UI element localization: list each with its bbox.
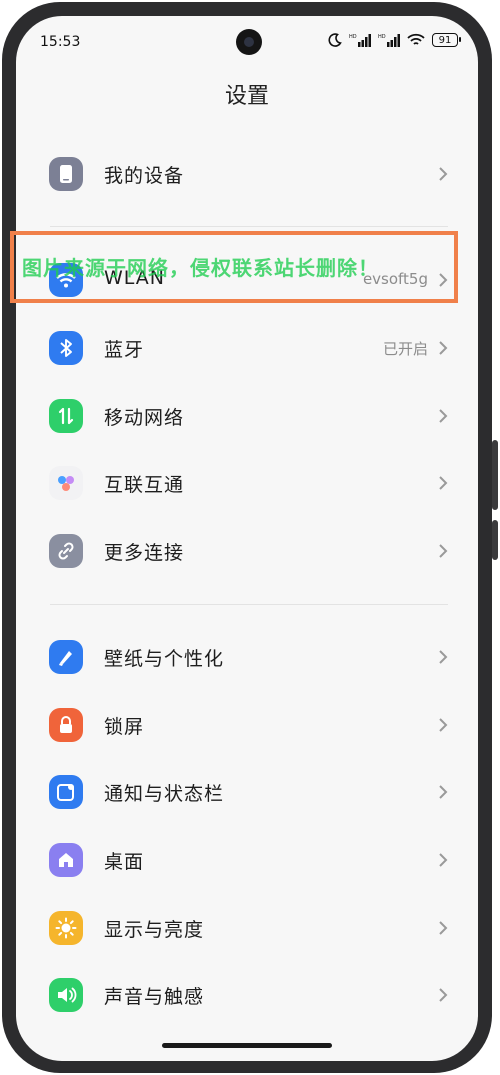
row-label: 壁纸与个性化 xyxy=(104,648,225,670)
lock-icon xyxy=(49,708,83,742)
chevron-right-icon xyxy=(439,785,448,799)
chevron-right-icon xyxy=(439,988,448,1002)
row-label: 声音与触感 xyxy=(104,986,205,1008)
settings-row-sound[interactable]: 声音与触感 xyxy=(16,966,478,1026)
home-icon xyxy=(49,843,83,877)
sound-icon xyxy=(49,978,83,1012)
mobile-data-icon xyxy=(49,399,83,433)
chevron-right-icon xyxy=(439,341,448,355)
settings-row-home-screen[interactable]: 桌面 xyxy=(16,831,478,891)
settings-row-interconnect[interactable]: 互联互通 xyxy=(16,454,478,514)
watermark-text: 图片来源于网络，侵权联系站长删除！ xyxy=(22,256,379,280)
chevron-right-icon xyxy=(439,650,448,664)
home-indicator[interactable] xyxy=(162,1043,332,1048)
notification-icon xyxy=(49,775,83,809)
settings-row-bluetooth[interactable]: 蓝牙 已开启 xyxy=(16,319,478,379)
settings-row-display[interactable]: 显示与亮度 xyxy=(16,899,478,959)
chevron-right-icon xyxy=(439,476,448,490)
row-label: 显示与亮度 xyxy=(104,919,205,941)
row-label: 互联互通 xyxy=(104,474,185,496)
brightness-icon xyxy=(49,911,83,945)
row-label: 我的设备 xyxy=(104,165,185,187)
chevron-right-icon xyxy=(439,544,448,558)
settings-row-notifications[interactable]: 通知与状态栏 xyxy=(16,763,478,823)
settings-row-mobile-network[interactable]: 移动网络 xyxy=(16,387,478,447)
phone-icon xyxy=(49,157,83,191)
settings-row-my-device[interactable]: 我的设备 xyxy=(16,145,478,205)
settings-list: 我的设备 WLAN evsoft5g 蓝牙 已开启 移动网络 互联互通 更多连接… xyxy=(16,16,478,1061)
settings-row-more-connections[interactable]: 更多连接 xyxy=(16,522,478,582)
settings-row-lock-screen[interactable]: 锁屏 xyxy=(16,696,478,756)
wallpaper-icon xyxy=(49,640,83,674)
chevron-right-icon xyxy=(439,718,448,732)
chevron-right-icon xyxy=(439,167,448,181)
bluetooth-icon xyxy=(49,331,83,365)
chevron-right-icon xyxy=(439,921,448,935)
row-label: 更多连接 xyxy=(104,542,185,564)
row-label: 桌面 xyxy=(104,851,145,873)
power-button xyxy=(492,520,498,560)
row-label: 蓝牙 xyxy=(104,339,145,361)
link-icon xyxy=(49,534,83,568)
row-label: 锁屏 xyxy=(104,716,145,738)
settings-row-wallpaper[interactable]: 壁纸与个性化 xyxy=(16,628,478,688)
interconnect-icon xyxy=(49,466,83,500)
bluetooth-status: 已开启 xyxy=(382,340,428,358)
row-label: 通知与状态栏 xyxy=(104,783,225,805)
chevron-right-icon xyxy=(439,409,448,423)
volume-button xyxy=(492,440,498,510)
chevron-right-icon xyxy=(439,853,448,867)
row-label: 移动网络 xyxy=(104,407,185,429)
